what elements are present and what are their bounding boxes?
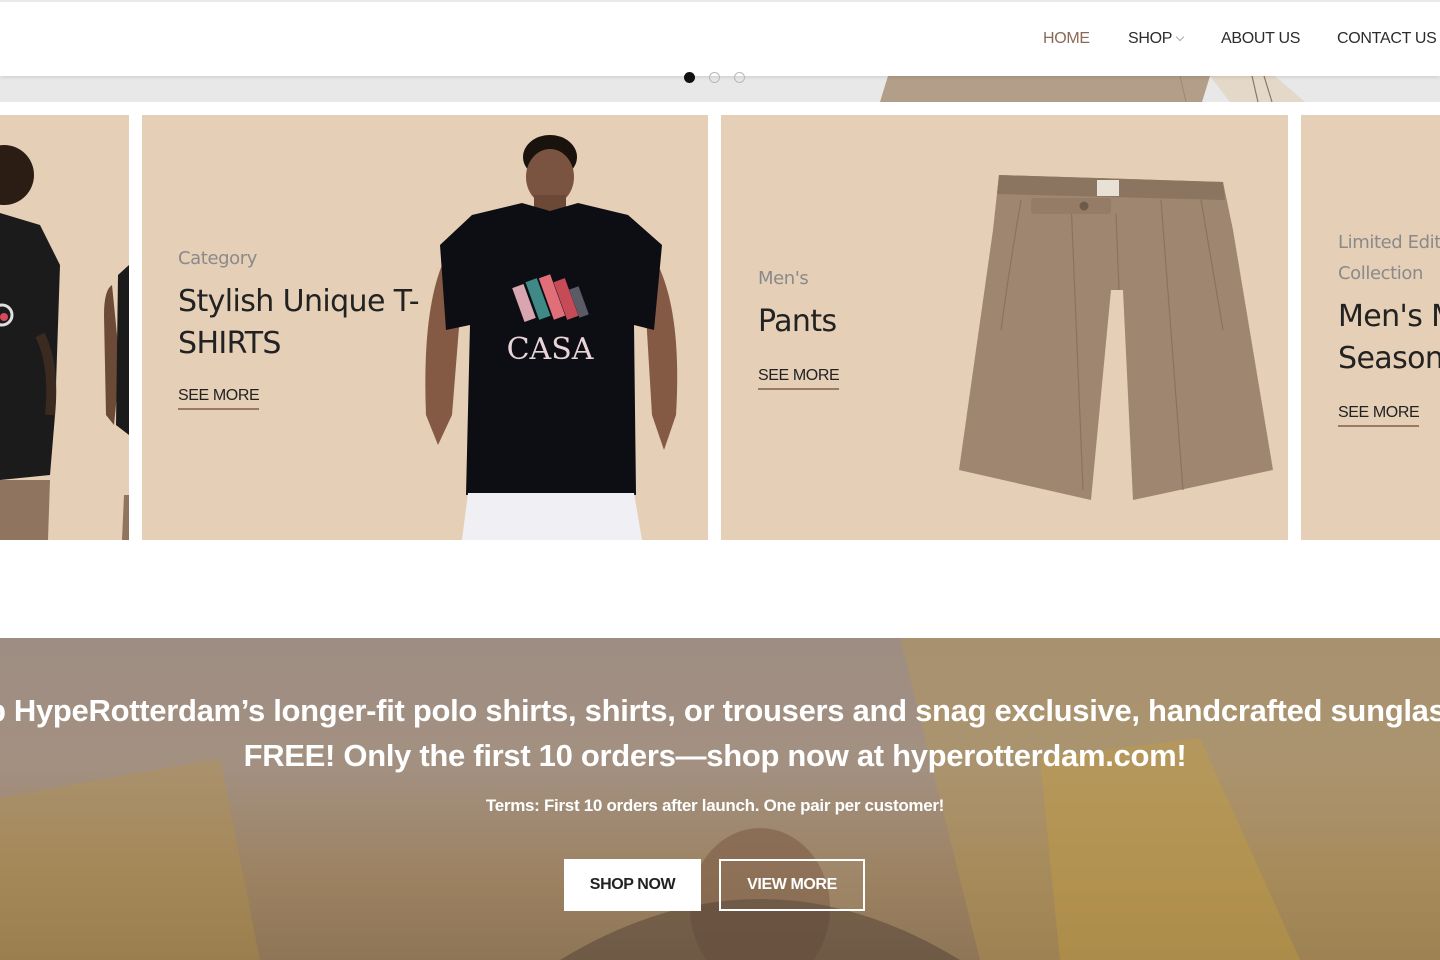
slider-dot-2[interactable] [709,72,720,83]
card-eyebrow-line: Limited Edit [1338,232,1440,253]
card-title-line: SHIRTS [178,326,281,361]
model-back-tshirt-image: CASA [425,135,678,540]
nav-contact-us[interactable]: CONTACT US [1337,30,1437,48]
nav-shop-label: SHOP [1128,30,1173,47]
main-nav: HOME SHOP ABOUT US CONTACT US [0,30,1440,50]
see-more-link[interactable]: SEE MORE [758,367,840,390]
slider-dot-3[interactable] [734,72,745,83]
card-title-line: Season [1338,341,1440,376]
promo-headline-line-1: ab HypeRotterdam’s longer-fit polo shirt… [0,693,1440,728]
card-title: Stylish Unique T- SHIRTS [178,281,420,365]
promo-terms: Terms: First 10 orders after launch. One… [485,796,945,815]
card-eyebrow: Limited Edit Collection [1338,227,1440,289]
hero-coat-image [880,76,1305,102]
view-more-button[interactable]: VIEW MORE [719,859,865,911]
nav-about-us[interactable]: ABOUT US [1221,30,1300,48]
card-eyebrow: Category [178,248,258,269]
category-card-partial-left[interactable] [0,115,129,540]
model-tshirt-image [0,145,129,540]
shirt-logo-text: CASA [507,332,594,367]
slider-dot-1[interactable] [684,72,695,83]
card-title-line: Men's M [1338,299,1440,334]
shorts-product-image [959,175,1273,500]
category-card-tshirts[interactable]: Category Stylish Unique T- SHIRTS SEE MO… [142,115,708,540]
category-card-partial-right[interactable]: Limited Edit Collection Men's M Season S… [1301,115,1440,540]
promo-banner: ab HypeRotterdam’s longer-fit polo shirt… [0,638,1440,960]
card-eyebrow-line: Collection [1338,263,1424,284]
promo-headline-line-2: FREE! Only the first 10 orders—shop now … [243,738,1187,773]
card-eyebrow: Men's [758,268,809,289]
see-more-link[interactable]: SEE MORE [178,387,260,410]
card-title-line: Stylish Unique T- [178,284,420,319]
slider-dots [684,72,754,84]
nav-home[interactable]: HOME [1043,30,1090,48]
nav-shop[interactable]: SHOP [1128,30,1185,48]
card-title-line: Pants [758,304,837,339]
category-card-pants[interactable]: Men's Pants SEE MORE [721,115,1288,540]
chevron-down-icon [1175,32,1185,42]
card-title: Men's M Season [1338,296,1440,380]
card-title: Pants [758,301,837,343]
see-more-link[interactable]: SEE MORE [1338,404,1420,427]
site-header: HOME SHOP ABOUT US CONTACT US [0,0,1440,76]
shop-now-button[interactable]: SHOP NOW [564,859,701,911]
